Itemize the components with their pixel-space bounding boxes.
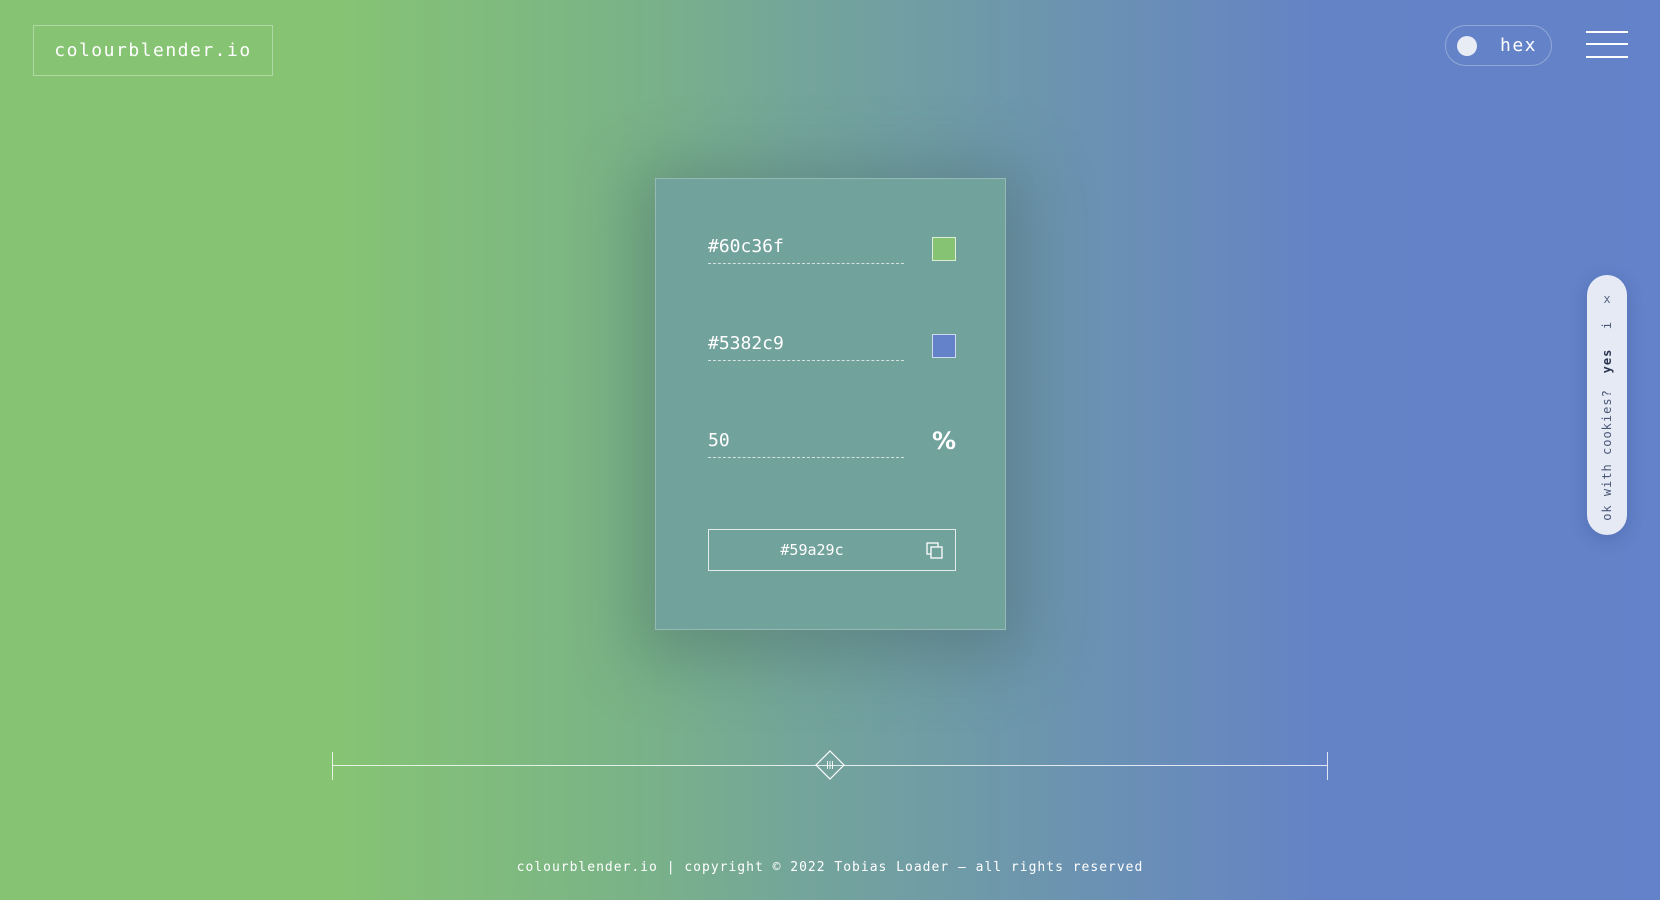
copy-icon[interactable] xyxy=(926,542,944,560)
cookie-prompt: x i yes ok with cookies? xyxy=(1587,275,1627,535)
cookie-close-icon[interactable]: x xyxy=(1603,292,1610,306)
logo[interactable]: colourblender.io xyxy=(33,25,273,76)
blend-slider[interactable] xyxy=(332,750,1328,780)
slider-start-cap xyxy=(332,752,333,780)
colour-a-swatch[interactable] xyxy=(932,237,956,261)
footer-copyright: colourblender.io | copyright © 2022 Tobi… xyxy=(516,860,1144,875)
colour-b-input[interactable] xyxy=(708,326,904,361)
cookie-question: ok with cookies? xyxy=(1600,389,1614,521)
ratio-input[interactable] xyxy=(708,423,904,458)
colour-mode-label: hex xyxy=(1500,35,1538,56)
result-box[interactable]: #59a29c xyxy=(708,529,956,571)
menu-line xyxy=(1586,31,1628,33)
colour-mode-toggle[interactable]: hex xyxy=(1445,25,1552,66)
hamburger-menu-icon[interactable] xyxy=(1586,30,1628,60)
percent-sign: % xyxy=(931,427,956,455)
colour-b-swatch[interactable] xyxy=(932,334,956,358)
toggle-knob xyxy=(1457,35,1477,56)
colour-a-row xyxy=(708,229,956,265)
cookie-info-button[interactable]: i xyxy=(1600,321,1614,329)
cookie-accept-button[interactable]: yes xyxy=(1600,349,1614,374)
diamond-grip-icon[interactable] xyxy=(815,750,845,780)
result-value: #59a29c xyxy=(780,541,844,559)
menu-line xyxy=(1586,56,1628,58)
blender-panel: % #59a29c xyxy=(655,178,1006,630)
colour-b-row xyxy=(708,326,956,362)
slider-end-cap xyxy=(1327,752,1328,780)
colour-a-input[interactable] xyxy=(708,229,904,264)
ratio-row: % xyxy=(708,423,956,459)
menu-line xyxy=(1586,43,1628,45)
